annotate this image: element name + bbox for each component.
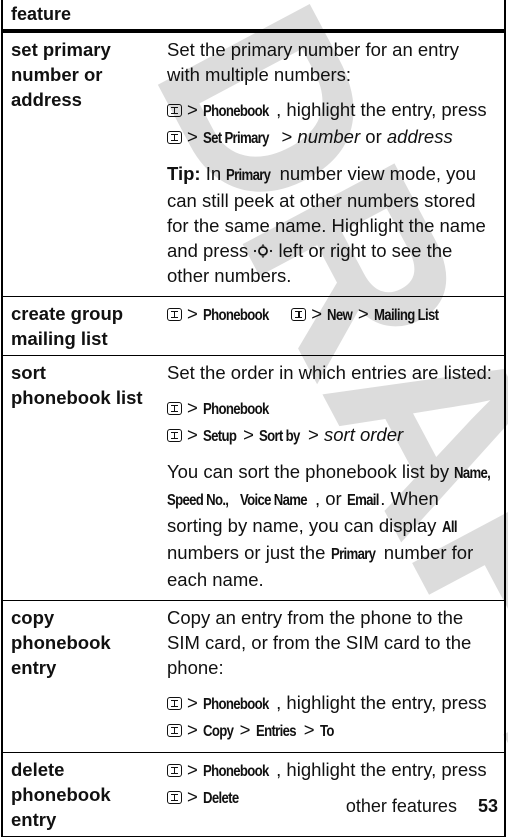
- menu-key-icon: [167, 697, 182, 710]
- intro-text: Set the primary number for an entry with…: [167, 39, 460, 85]
- features-table: feature set primary number or address Se…: [1, 0, 506, 837]
- menu-option: Set Primary: [202, 130, 269, 147]
- menu-key-icon: [167, 764, 182, 777]
- menu-key-icon: [167, 724, 182, 737]
- tip-text: Tip: In Primary number view mode, you ca…: [167, 163, 486, 286]
- table-header-row: feature: [1, 0, 506, 33]
- menu-path: > Phonebook > New > Mailing List: [167, 301, 496, 328]
- menu-key-icon: [167, 791, 182, 804]
- tip-label: Tip:: [167, 163, 201, 184]
- menu-path: > Phonebook, highlight the entry, press …: [167, 97, 496, 151]
- feature-description: Copy an entry from the phone to the SIM …: [151, 600, 506, 753]
- table-row: copy phonebook entry Copy an entry from …: [1, 600, 506, 753]
- feature-name: copy phonebook entry: [1, 600, 151, 753]
- menu-key-icon: [167, 429, 182, 442]
- table-row: delete phonebook entry > Phonebook, high…: [1, 752, 506, 837]
- feature-description: Set the order in which entries are liste…: [151, 355, 506, 601]
- table-row: sort phonebook list Set the order in whi…: [1, 355, 506, 601]
- menu-path: > Phonebook > Setup > Sort by > sort ord…: [167, 395, 496, 449]
- page-footer: other features 53: [346, 796, 498, 817]
- nav-key-icon: [254, 244, 273, 258]
- intro-text: Copy an entry from the phone to the SIM …: [167, 607, 472, 678]
- menu-key-icon: [291, 308, 307, 321]
- feature-description: Set the primary number for an entry with…: [151, 31, 506, 297]
- menu-key-icon: [167, 104, 182, 117]
- feature-name: delete phonebook entry: [1, 752, 151, 837]
- menu-option: Phonebook: [202, 103, 269, 120]
- feature-description: > Phonebook, highlight the entry, press …: [151, 752, 506, 837]
- page-number: 53: [477, 796, 498, 816]
- menu-key-icon: [167, 402, 182, 415]
- intro-text: Set the order in which entries are liste…: [167, 362, 492, 383]
- menu-key-icon: [167, 308, 182, 321]
- menu-path: > Phonebook, highlight the entry, press …: [167, 690, 496, 744]
- table-row: create group mailing list > Phonebook > …: [1, 296, 506, 356]
- note-text: You can sort the phonebook list by Name,…: [167, 461, 491, 590]
- feature-name: create group mailing list: [1, 296, 151, 356]
- section-name: other features: [345, 796, 457, 816]
- feature-description: > Phonebook > New > Mailing List: [151, 296, 506, 356]
- column-header-feature: feature: [1, 0, 506, 33]
- feature-name: sort phonebook list: [1, 355, 151, 601]
- menu-key-icon: [167, 131, 182, 144]
- table-row: set primary number or address Set the pr…: [1, 31, 506, 297]
- feature-name: set primary number or address: [1, 31, 151, 297]
